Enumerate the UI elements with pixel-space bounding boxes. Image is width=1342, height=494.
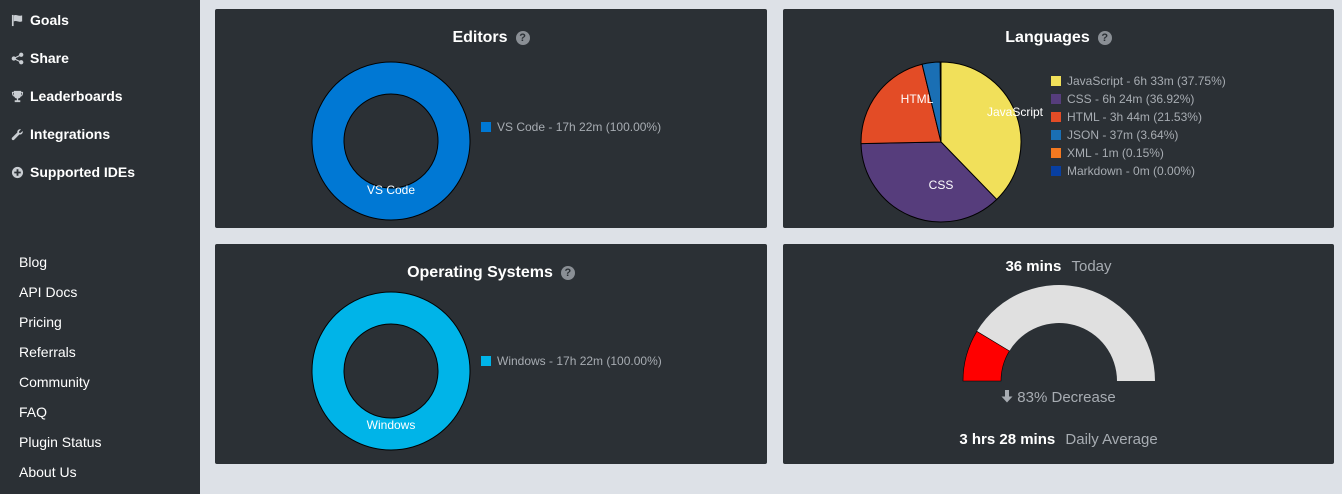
nav-share[interactable]: Share: [10, 48, 69, 68]
os-panel: Operating Systems? Windows Windows - 17h…: [215, 244, 767, 464]
today-panel: 36 mins Today 83% Decrease 3 hrs 28 mins…: [783, 244, 1334, 464]
legend-item[interactable]: JavaScript - 6h 33m (37.75%): [1051, 72, 1226, 90]
link-referrals[interactable]: Referrals: [19, 344, 76, 360]
legend-swatch: [1051, 130, 1061, 140]
flag-icon: [10, 13, 24, 27]
legend-label: Markdown - 0m (0.00%): [1067, 164, 1196, 178]
link-community[interactable]: Community: [19, 374, 90, 390]
legend-swatch: [1051, 112, 1061, 122]
today-change-text: 83% Decrease: [1017, 389, 1116, 406]
share-icon: [10, 51, 24, 65]
legend-item[interactable]: HTML - 3h 44m (21.53%): [1051, 108, 1226, 126]
legend-item[interactable]: Markdown - 0m (0.00%): [1051, 162, 1226, 180]
daily-average-value: 3 hrs 28 mins: [959, 431, 1056, 448]
link-api-docs[interactable]: API Docs: [19, 284, 77, 300]
sidebar: Goals Share Leaderboards Integrations Su…: [0, 0, 200, 494]
link-plugin-status[interactable]: Plugin Status: [19, 434, 102, 450]
nav-goals[interactable]: Goals: [10, 10, 69, 30]
nav-label: Integrations: [30, 126, 111, 142]
legend-swatch: [1051, 148, 1061, 158]
gauge-track: [976, 285, 1155, 381]
legend-label: JSON - 37m (3.64%): [1067, 128, 1179, 142]
legend-item[interactable]: XML - 1m (0.15%): [1051, 144, 1226, 162]
link-faq[interactable]: FAQ: [19, 404, 47, 420]
nav-label: Goals: [30, 12, 69, 28]
legend-label: JavaScript - 6h 33m (37.75%): [1067, 74, 1226, 88]
trophy-icon: [10, 89, 24, 103]
legend-swatch: [1051, 94, 1061, 104]
legend-swatch: [481, 356, 491, 366]
legend-label: CSS - 6h 24m (36.92%): [1067, 92, 1195, 106]
slice-label-css: CSS: [929, 178, 954, 192]
legend-item[interactable]: VS Code - 17h 22m (100.00%): [481, 118, 661, 136]
wrench-icon: [10, 127, 24, 141]
legend-item[interactable]: Windows - 17h 22m (100.00%): [481, 352, 662, 370]
legend-label: XML - 1m (0.15%): [1067, 146, 1164, 160]
slice-label-html: HTML: [901, 92, 934, 106]
legend-label: HTML - 3h 44m (21.53%): [1067, 110, 1202, 124]
legend-item[interactable]: JSON - 37m (3.64%): [1051, 126, 1226, 144]
legend-label: Windows - 17h 22m (100.00%): [497, 354, 662, 368]
legend-label: VS Code - 17h 22m (100.00%): [497, 120, 662, 134]
nav-label: Supported IDEs: [30, 164, 136, 180]
os-slice-label: Windows: [367, 418, 416, 432]
languages-panel: Languages? JavaScript CSS HTML JavaScrip…: [783, 9, 1334, 228]
nav-label: Share: [30, 50, 69, 66]
nav-integrations[interactable]: Integrations: [10, 124, 110, 144]
legend-swatch: [1051, 76, 1061, 86]
nav-supported-ides[interactable]: Supported IDEs: [10, 162, 135, 182]
nav-label: Leaderboards: [30, 88, 123, 104]
slice-label-javascript: JavaScript: [987, 105, 1044, 119]
editors-panel: Editors? VS Code VS Code - 17h 22m (100.…: [215, 9, 767, 228]
nav-leaderboards[interactable]: Leaderboards: [10, 86, 123, 106]
daily-average-label: Daily Average: [1065, 431, 1158, 448]
legend-item[interactable]: CSS - 6h 24m (36.92%): [1051, 90, 1226, 108]
arrow-down-icon: [1001, 390, 1013, 407]
editors-slice-label: VS Code: [367, 183, 415, 197]
legend-swatch: [481, 122, 491, 132]
link-about-us[interactable]: About Us: [19, 464, 77, 480]
plus-circle-icon: [10, 165, 24, 179]
today-average: 3 hrs 28 mins Daily Average: [783, 431, 1334, 448]
link-pricing[interactable]: Pricing: [19, 314, 62, 330]
os-legend: Windows - 17h 22m (100.00%): [481, 352, 662, 370]
languages-legend: JavaScript - 6h 33m (37.75%) CSS - 6h 24…: [1051, 72, 1226, 180]
link-blog[interactable]: Blog: [19, 254, 47, 270]
legend-swatch: [1051, 166, 1061, 176]
today-change: 83% Decrease: [783, 389, 1334, 407]
editors-legend: VS Code - 17h 22m (100.00%): [481, 118, 661, 136]
